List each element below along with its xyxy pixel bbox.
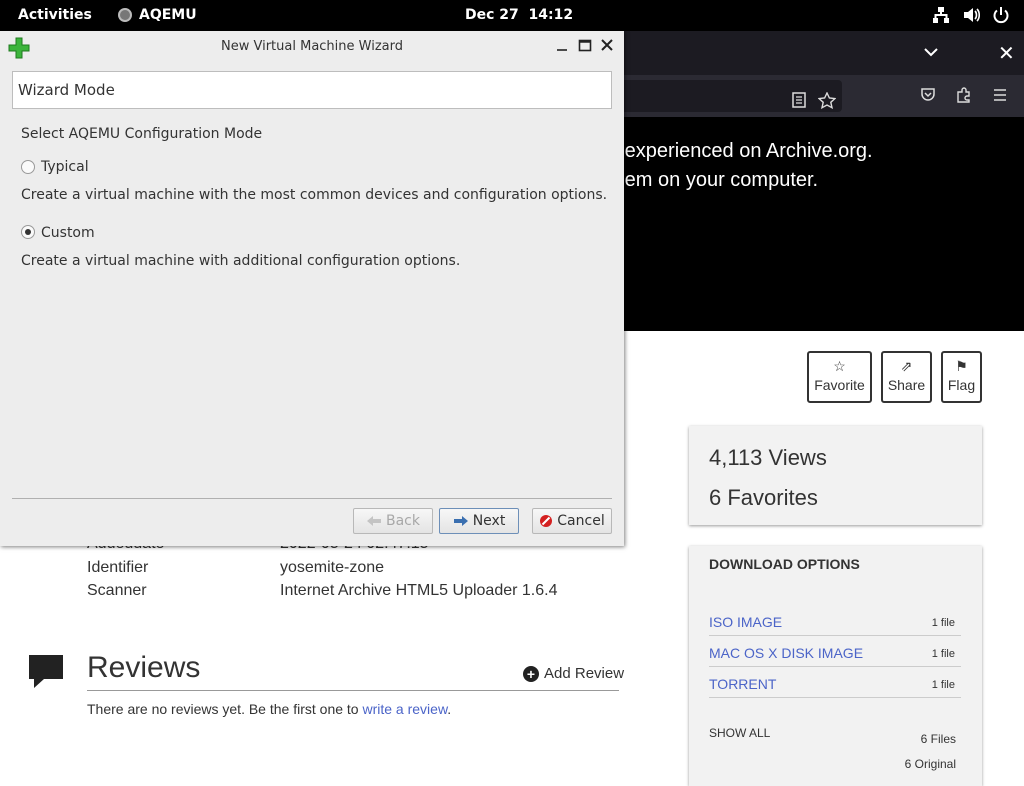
custom-label[interactable]: Custom: [41, 225, 95, 241]
network-icon: [933, 7, 949, 23]
flag-icon: ⚑: [955, 358, 968, 374]
hero-text-line2: them on your computer.: [608, 169, 819, 191]
maximize-icon[interactable]: [577, 37, 593, 53]
next-label: Next: [472, 513, 506, 529]
share-label: Share: [887, 377, 926, 393]
menu-icon[interactable]: [992, 87, 1008, 103]
download-dmg-link[interactable]: MAC OS X DISK IMAGE: [709, 645, 863, 661]
add-review-button[interactable]: + Add Review: [523, 665, 624, 682]
share-button[interactable]: ⇗ Share: [881, 351, 932, 403]
new-vm-wizard-dialog: New Virtual Machine Wizard Wizard Mode S…: [0, 31, 624, 546]
download-count: 1 file: [931, 648, 955, 660]
cancel-label: Cancel: [557, 513, 605, 529]
chevron-down-icon[interactable]: [922, 43, 940, 61]
share-icon: ⇗: [900, 358, 913, 374]
close-icon[interactable]: [599, 37, 615, 53]
custom-radio[interactable]: [21, 225, 35, 239]
typical-description: Create a virtual machine with the most c…: [21, 187, 608, 203]
close-window-icon[interactable]: ✕: [998, 41, 1015, 65]
download-row: MAC OS X DISK IMAGE 1 file: [709, 636, 961, 667]
back-button[interactable]: Back: [353, 508, 433, 534]
clock-time: 14:12: [528, 7, 574, 23]
minimize-icon[interactable]: [554, 37, 570, 53]
dialog-title: New Virtual Machine Wizard: [221, 39, 403, 54]
download-count: 1 file: [931, 679, 955, 691]
pocket-icon[interactable]: [920, 87, 936, 103]
divider: [12, 498, 612, 499]
add-review-label: Add Review: [544, 665, 625, 682]
metadata-value: yosemite-zone: [280, 559, 385, 576]
download-options-panel: DOWNLOAD OPTIONS ISO IMAGE 1 file MAC OS…: [689, 546, 982, 786]
config-mode-prompt: Select AQEMU Configuration Mode: [21, 126, 263, 142]
original-count: 6 Original: [904, 757, 956, 771]
clock-date: Dec 27: [465, 7, 519, 23]
divider: [87, 690, 619, 691]
reviews-heading: Reviews: [87, 651, 201, 684]
stats-panel: 4,113 Views 6 Favorites: [689, 426, 982, 525]
download-row: TORRENT 1 file: [709, 667, 961, 698]
star-icon: ☆: [833, 358, 846, 374]
flag-button[interactable]: ⚑ Flag: [941, 351, 982, 403]
favorite-button[interactable]: ☆ Favorite: [807, 351, 872, 403]
volume-icon: [964, 8, 980, 22]
typical-label[interactable]: Typical: [41, 159, 89, 175]
dialog-titlebar[interactable]: New Virtual Machine Wizard: [0, 31, 624, 62]
show-all-link[interactable]: SHOW ALL: [709, 726, 770, 740]
write-review-link[interactable]: write a review: [362, 701, 447, 717]
metadata-key: Identifier: [87, 559, 149, 576]
url-bar[interactable]: [620, 80, 842, 112]
files-count: 6 Files: [920, 732, 956, 746]
flag-label: Flag: [947, 377, 976, 393]
download-options-heading: DOWNLOAD OPTIONS: [709, 556, 860, 572]
cancel-icon: [540, 515, 553, 527]
back-label: Back: [386, 513, 420, 529]
top-bar: Activities AQEMU Dec 27 14:12: [0, 0, 1024, 31]
reviews-empty-text: There are no reviews yet. Be the first o…: [87, 701, 451, 717]
app-name: AQEMU: [139, 7, 197, 23]
activities-button[interactable]: Activities: [18, 7, 92, 23]
extensions-icon[interactable]: [956, 87, 972, 103]
clock[interactable]: Dec 27 14:12: [465, 7, 573, 23]
next-button[interactable]: Next: [439, 508, 519, 534]
power-icon: [993, 7, 1009, 24]
download-torrent-link[interactable]: TORRENT: [709, 676, 776, 692]
reviews-period: .: [447, 701, 452, 717]
download-row: ISO IMAGE 1 file: [709, 605, 961, 636]
wizard-mode-header: Wizard Mode: [12, 71, 612, 109]
cancel-button[interactable]: Cancel: [532, 508, 612, 534]
download-count: 1 file: [931, 617, 955, 629]
add-icon: +: [523, 665, 539, 682]
app-menu[interactable]: AQEMU: [118, 7, 197, 23]
custom-description: Create a virtual machine with additional…: [21, 253, 461, 269]
bookmark-star-icon[interactable]: [818, 92, 836, 109]
metadata-key: Scanner: [87, 582, 147, 599]
app-icon: [118, 8, 132, 22]
favorites-count: 6 Favorites: [709, 485, 818, 510]
metadata-value: Internet Archive HTML5 Uploader 1.6.4: [280, 582, 558, 599]
comment-icon: [29, 655, 63, 688]
views-count: 4,113 Views: [709, 445, 827, 470]
wizard-mode-title: Wizard Mode: [18, 81, 115, 99]
next-arrow-icon: [453, 516, 468, 526]
favorite-label: Favorite: [814, 377, 865, 393]
system-tray[interactable]: [932, 6, 1010, 24]
download-iso-link[interactable]: ISO IMAGE: [709, 614, 782, 630]
hero-text-line1: e experienced on Archive.org.: [608, 140, 873, 162]
back-arrow-icon: [367, 516, 381, 526]
reviews-empty-message: There are no reviews yet. Be the first o…: [87, 701, 363, 717]
typical-radio[interactable]: [21, 160, 35, 174]
reader-view-icon[interactable]: [792, 92, 806, 108]
